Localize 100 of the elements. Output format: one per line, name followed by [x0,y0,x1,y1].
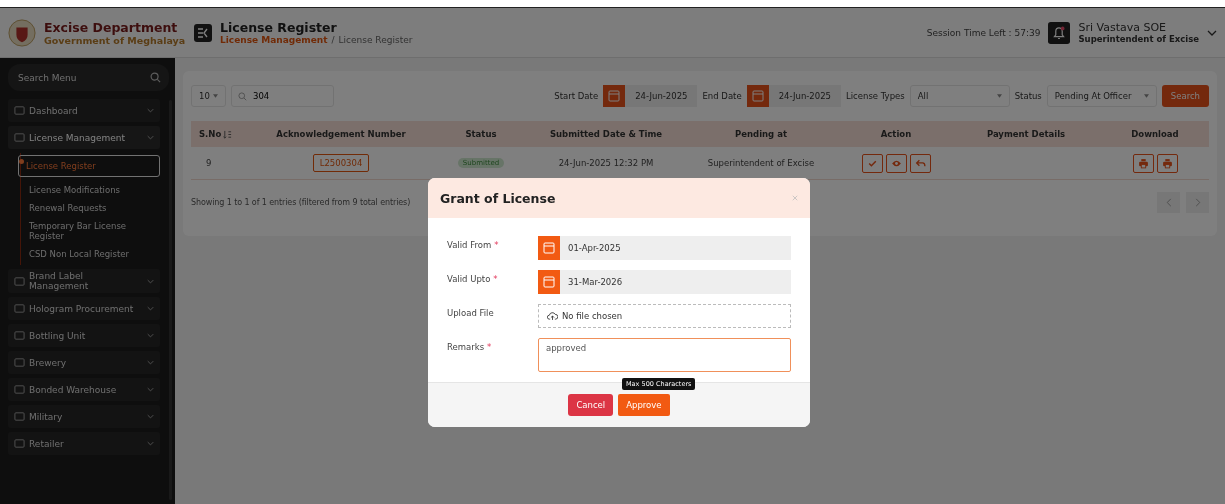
field-label: Valid Upto * [447,273,499,284]
menu-item[interactable]: License Management [8,126,160,149]
caret-icon [996,94,1002,98]
menu-item[interactable]: Brand Label Management [8,269,160,293]
start-date-field[interactable]: 24-Jun-2025 [603,85,698,107]
chevron-down-icon [147,387,154,392]
end-date-label: End Date [702,91,742,101]
menu-search-box[interactable]: Search Menu [8,64,169,91]
caret-icon [1143,94,1149,98]
chevron-down-icon [147,306,154,311]
license-types-select[interactable]: All [909,85,1010,107]
submenu-item[interactable]: License Modifications [18,185,160,195]
approve-action-button[interactable] [861,153,883,173]
breadcrumb-item[interactable]: License Management [220,35,328,45]
menu-item[interactable]: Hologram Procurement [8,297,160,320]
file-upload-field[interactable]: No file chosen [538,304,791,328]
chevron-down-icon [147,360,154,365]
printer-icon [1160,157,1174,169]
menu-item[interactable]: Retailer [8,432,160,455]
reply-arrow-icon [913,157,927,169]
emblem-logo [8,18,36,47]
dialog-title: Grant of License [440,190,556,206]
column-header[interactable]: S.No [191,129,251,139]
calendar-icon [746,85,769,107]
column-header[interactable]: Submitted Date & Time [531,129,681,139]
status-label: Status [1014,91,1042,101]
table-cell-text: 24-Jun-2025 12:32 PM [557,158,655,168]
calendar-icon [538,236,560,260]
chevron-down-icon[interactable] [1207,29,1217,36]
column-header[interactable]: Status [431,129,531,139]
view-action-button[interactable] [885,153,907,173]
menu-item-label: License Management [29,132,127,143]
table-info: Showing 1 to 1 of 1 entries (filtered from 9 total entries) [191,198,411,207]
caret-icon [213,94,218,98]
menu-search-field[interactable]: Search Menu [16,66,150,89]
square-icon [14,105,25,116]
menu-item[interactable]: Military [8,405,160,428]
submenu-item[interactable]: CSD Non Local Register [18,249,160,259]
print-button[interactable] [1156,153,1178,173]
chevron-right-icon [1194,198,1201,207]
submenu-item[interactable]: Renewal Requests [18,203,160,213]
user-name: Sri Vastava SOE [1078,21,1168,34]
return-action-button[interactable] [909,153,931,173]
menu-item-label: Dashboard [29,105,79,116]
menu-item[interactable]: Dashboard [8,99,160,122]
acknowledgement-link[interactable]: L2500304 [312,154,370,172]
date-field[interactable]: 01-Apr-2025 [538,236,791,260]
square-icon [14,438,25,449]
chevron-down-icon [147,135,154,140]
calendar-icon [538,270,560,294]
org-subtitle: Government of Meghalaya [44,34,186,46]
user-role: Superintendent of Excise [1078,34,1199,44]
menu-item-label: Retailer [29,438,65,449]
cancel-button[interactable]: Cancel [568,394,614,416]
square-icon [14,303,25,314]
remarks-field[interactable]: approved [538,338,791,372]
chevron-left-icon [1165,198,1172,207]
square-icon [14,411,25,422]
column-header[interactable]: Download [1101,129,1209,139]
column-header[interactable]: Payment Details [951,129,1101,139]
menu-item-label: Bonded Warehouse [29,384,118,395]
square-icon [14,384,25,395]
calendar-icon [603,85,626,107]
menu-item-label: Brand Label Management [29,271,90,291]
column-header[interactable]: Action [841,129,951,139]
column-header[interactable]: Pending at [681,129,841,139]
menu-item-label: Brewery [29,357,68,368]
breadcrumb-separator: / [331,35,335,45]
menu-item[interactable]: Bottling Unit [8,324,160,347]
cloud-upload-icon [547,311,558,321]
menu-item[interactable]: Brewery [8,351,160,374]
chevron-down-icon [147,108,154,113]
table-search-box[interactable]: 304 [231,85,334,107]
status-select[interactable]: Pending At Officer [1046,85,1157,107]
field-label: Upload File [447,307,495,318]
session-timer: Session Time Left : 57:39 [926,27,1041,38]
search-button[interactable]: Search [1161,85,1209,107]
print-button[interactable] [1132,153,1154,173]
column-header[interactable]: Acknowledgement Number [251,129,431,139]
field-label: Remarks * [447,341,493,352]
chevron-down-icon [147,333,154,338]
submenu-item[interactable]: Temporary Bar License Register [18,221,160,241]
menu-item[interactable]: Bonded Warehouse [8,378,160,401]
menu-toggle-icon[interactable] [194,23,212,42]
license-types-label: License Types [846,91,905,101]
approve-button[interactable]: Approve [618,394,670,416]
field-label: Valid From * [447,239,500,250]
menu-item-label: Military [29,411,64,422]
menu-item-label: Bottling Unit [29,330,87,341]
end-date-field[interactable]: 24-Jun-2025 [746,85,841,107]
org-title: Excise Department [44,19,179,35]
page-size-select[interactable]: 10 [191,85,226,107]
sort-icon [223,129,233,139]
date-field[interactable]: 31-Mar-2026 [538,270,791,294]
table-cell-text: 9 [205,158,213,168]
close-icon[interactable] [792,195,798,201]
bell-icon[interactable] [1048,21,1071,44]
table-cell-text: Superintendent of Excise [706,158,816,168]
square-icon [14,330,25,341]
submenu-item[interactable]: License Register [18,155,160,177]
